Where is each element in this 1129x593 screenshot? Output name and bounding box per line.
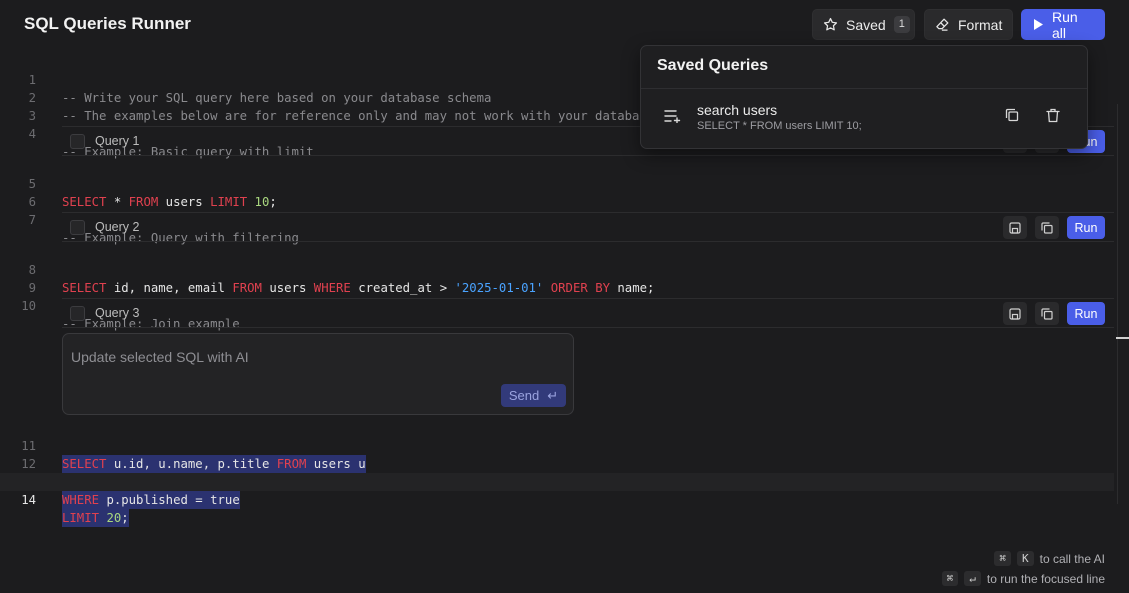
top-bar: SQL Queries Runner Saved 1 Format Run al…: [0, 0, 1129, 50]
copy-icon: [1041, 307, 1053, 320]
save-icon: [1009, 221, 1021, 234]
trash-icon: [1046, 108, 1060, 123]
query-label: Query 2: [95, 220, 140, 234]
code-text-selected: LIMIT 20;: [62, 509, 129, 527]
code-line[interactable]: 13 WHERE p.published = true: [0, 455, 1114, 509]
divider: [641, 88, 1087, 89]
code-line-active[interactable]: 14 LIMIT 20;: [0, 473, 1114, 527]
saved-queries-panel: Saved Queries search users SELECT * FROM…: [640, 45, 1088, 149]
code-text-selected: WHERE p.published = true: [62, 491, 240, 509]
query-bar-2: Query 2 Run: [62, 212, 1114, 242]
code-line[interactable]: 7 -- Example: Query with filtering: [0, 193, 1114, 245]
line-number: 10: [21, 299, 36, 313]
play-icon: [1032, 18, 1044, 31]
send-label: Send: [508, 388, 540, 403]
saved-query-sql: SELECT * FROM users LIMIT 10;: [697, 120, 862, 132]
hint-text: to run the focused line: [986, 571, 1105, 586]
run-query-button[interactable]: Run: [1067, 302, 1105, 325]
ai-send-button[interactable]: Send ↵: [501, 384, 566, 407]
format-button[interactable]: Format: [924, 9, 1013, 40]
eraser-icon: [935, 17, 950, 32]
query-select-checkbox[interactable]: [70, 134, 85, 149]
save-icon: [1009, 307, 1021, 320]
run-all-label: Run all: [1052, 8, 1078, 41]
format-label: Format: [958, 16, 1003, 33]
code-line[interactable]: 6: [0, 175, 1114, 209]
code-line[interactable]: 10 -- Example: Join example: [0, 279, 1114, 331]
saved-label: Saved: [846, 16, 886, 33]
enter-key-icon: ↵: [547, 387, 559, 403]
hint-run-line: ⌘ ↵ to run the focused line: [941, 571, 1105, 586]
copy-icon: [1041, 221, 1053, 234]
scrollbar-thumb[interactable]: [1116, 337, 1129, 339]
hint-call-ai: ⌘ K to call the AI: [994, 551, 1105, 566]
star-icon: [823, 17, 838, 32]
kbd-enter: ↵: [964, 571, 981, 586]
code-line[interactable]: 12 JOIN posts p ON u.id = p.user_id: [0, 437, 1114, 491]
save-query-button[interactable]: [1003, 216, 1027, 239]
copy-saved-query-button[interactable]: [1005, 108, 1019, 127]
kbd-k: K: [1017, 551, 1034, 566]
line-number: 14: [21, 493, 36, 507]
code-line[interactable]: 11 SELECT u.id, u.name, p.title FROM use…: [0, 419, 1114, 473]
saved-query-name: search users: [697, 102, 778, 118]
kbd-cmd: ⌘: [941, 571, 959, 586]
saved-count-badge: 1: [893, 16, 910, 33]
delete-saved-query-button[interactable]: [1046, 108, 1060, 128]
copy-query-button[interactable]: [1035, 216, 1059, 239]
query-select-checkbox[interactable]: [70, 220, 85, 235]
line-number: 7: [28, 213, 36, 227]
app-title: SQL Queries Runner: [24, 14, 191, 33]
save-query-button[interactable]: [1003, 302, 1027, 325]
saved-queries-title: Saved Queries: [657, 57, 769, 74]
kbd-cmd: ⌘: [994, 551, 1011, 566]
run-query-button[interactable]: Run: [1067, 216, 1105, 239]
ai-prompt-box: Send ↵: [62, 333, 574, 415]
list-add-icon: [664, 109, 681, 128]
code-line[interactable]: 8 SELECT id, name, email FROM users WHER…: [0, 243, 1114, 295]
query-label: Query 3: [95, 306, 140, 320]
query-select-checkbox[interactable]: [70, 306, 85, 321]
query-label: Query 1: [95, 134, 140, 148]
code-line[interactable]: 9: [0, 261, 1114, 295]
copy-icon: [1005, 108, 1019, 122]
ai-prompt-input[interactable]: [63, 334, 573, 380]
scrollbar-track[interactable]: [1117, 104, 1118, 504]
query-bar-3: Query 3 Run: [62, 298, 1114, 328]
copy-query-button[interactable]: [1035, 302, 1059, 325]
saved-button[interactable]: Saved 1: [812, 9, 915, 40]
hint-text: to call the AI: [1039, 551, 1105, 566]
code-line[interactable]: 5 SELECT * FROM users LIMIT 10;: [0, 157, 1114, 209]
line-number: 4: [28, 127, 36, 141]
run-all-button[interactable]: Run all: [1021, 8, 1105, 41]
